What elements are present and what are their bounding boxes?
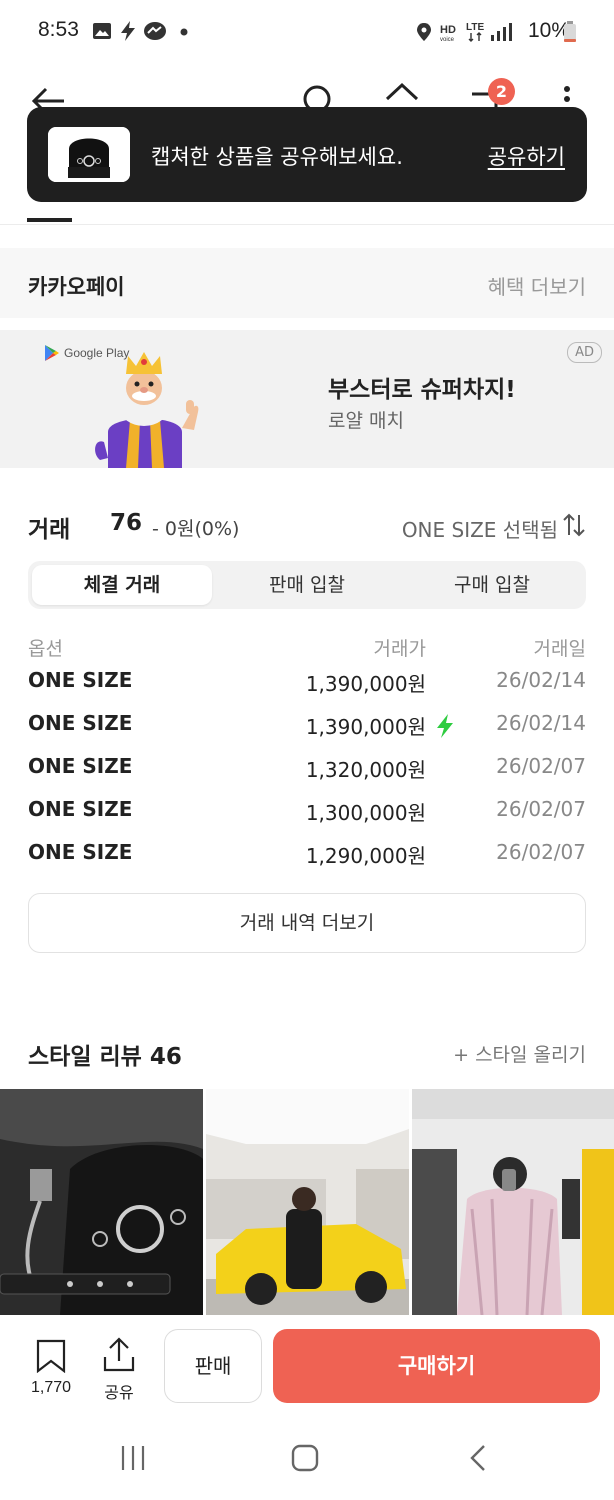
upload-style-link[interactable]: + 스타일 올리기: [453, 1040, 586, 1067]
royal-king-illustration: [95, 352, 199, 468]
tab-sell-bids[interactable]: 판매 입찰: [217, 565, 397, 605]
transactions-table: 옵션 거래가 거래일 ONE SIZE 1,390,000원 26/02/14 …: [28, 630, 586, 879]
row-option: ONE SIZE: [28, 711, 133, 735]
price-change: - 0원(0%): [152, 518, 240, 540]
bookmark-count: 1,770: [30, 1379, 72, 1396]
bottom-action-bar: 1,770 공유 판매 구매하기: [0, 1315, 614, 1415]
transactions-count: 76: [110, 510, 143, 536]
kakaopay-benefits-link[interactable]: 혜택 더보기: [488, 271, 586, 300]
ad-badge: AD: [567, 342, 602, 363]
toast-message: 캡쳐한 상품을 공유해보세요.: [151, 145, 403, 169]
active-tab-indicator: [27, 218, 72, 222]
row-price: 1,390,000원: [305, 715, 426, 739]
bolt-icon: [121, 21, 135, 41]
more-transactions-button[interactable]: 거래 내역 더보기: [28, 893, 586, 953]
cart-count-badge: 2: [488, 78, 515, 105]
ad-banner[interactable]: Google Play 부스터로 슈퍼차지! 로얄 매치 AD: [0, 330, 614, 468]
style-photo-strip: [0, 1089, 614, 1315]
toast-share-link[interactable]: 공유하기: [488, 141, 565, 171]
row-price: 1,320,000원: [305, 758, 426, 782]
row-date: 26/02/07: [496, 754, 586, 778]
tab-completed-trades[interactable]: 체결 거래: [32, 565, 212, 605]
system-nav-bar: [0, 1415, 614, 1500]
back-nav-icon[interactable]: [464, 1443, 494, 1473]
style-photo[interactable]: [206, 1089, 409, 1315]
buy-button[interactable]: 구매하기: [273, 1329, 600, 1403]
location-icon: [417, 23, 431, 41]
ad-subtitle: 로얄 매치: [328, 410, 404, 432]
column-option: 옵션: [28, 638, 63, 660]
transaction-type-tabs: 체결 거래 판매 입찰 구매 입찰: [28, 561, 586, 609]
row-date: 26/02/07: [496, 840, 586, 864]
column-date: 거래일: [533, 638, 586, 660]
fast-delivery-bolt-icon: [437, 714, 453, 738]
style-photo[interactable]: [412, 1089, 614, 1315]
kakaopay-title: 카카오페이: [28, 275, 125, 299]
row-date: 26/02/14: [496, 711, 586, 735]
row-date: 26/02/07: [496, 797, 586, 821]
status-time: 8:53: [38, 18, 79, 41]
signal-icon: [491, 23, 512, 41]
svg-text:voice: voice: [440, 37, 455, 42]
svg-text:LTE: LTE: [466, 22, 484, 33]
style-photo[interactable]: [0, 1089, 203, 1315]
bookmark-icon: [36, 1339, 66, 1374]
messenger-icon: [144, 22, 166, 40]
product-thumbnail: [48, 127, 130, 182]
style-review-header: 스타일 리뷰 46 + 스타일 올리기: [28, 1037, 586, 1071]
style-review-title: 스타일 리뷰 46: [28, 1044, 182, 1070]
row-option: ONE SIZE: [28, 840, 133, 864]
row-option: ONE SIZE: [28, 797, 133, 821]
row-date: 26/02/14: [496, 668, 586, 692]
share-label: 공유: [104, 1385, 134, 1402]
recent-apps-icon[interactable]: [118, 1443, 148, 1473]
table-row: ONE SIZE 1,320,000원 26/02/07: [28, 750, 586, 793]
svg-text:HD: HD: [440, 24, 456, 36]
google-play-icon: [45, 345, 59, 361]
dot-icon: [180, 28, 188, 36]
row-price: 1,300,000원: [305, 801, 426, 825]
size-selector[interactable]: ONE SIZE 선택됨: [402, 514, 558, 543]
table-row: ONE SIZE 1,290,000원 26/02/07: [28, 836, 586, 879]
gallery-icon: [93, 23, 111, 39]
bookmark-button[interactable]: 1,770: [22, 1339, 80, 1397]
row-price: 1,290,000원: [305, 844, 426, 868]
share-icon: [103, 1337, 135, 1372]
lte-icon: LTE: [466, 22, 484, 42]
row-price: 1,390,000원: [305, 672, 426, 696]
ad-headline: 부스터로 슈퍼차지!: [328, 377, 516, 403]
hd-voice-icon: HDvoice: [440, 24, 456, 42]
table-row: ONE SIZE 1,390,000원 26/02/14: [28, 707, 586, 750]
transactions-title: 거래: [28, 517, 71, 543]
kakaopay-banner[interactable]: 카카오페이 혜택 더보기: [0, 248, 614, 318]
sort-icon[interactable]: [562, 512, 586, 538]
battery-icon: [564, 21, 576, 42]
tab-buy-bids[interactable]: 구매 입찰: [402, 565, 582, 605]
row-option: ONE SIZE: [28, 668, 133, 692]
status-bar: 8:53 HD voice LTE 10%: [0, 0, 614, 66]
sell-button[interactable]: 판매: [164, 1329, 262, 1403]
row-option: ONE SIZE: [28, 754, 133, 778]
table-row: ONE SIZE 1,300,000원 26/02/07: [28, 793, 586, 836]
share-button[interactable]: 공유: [98, 1337, 140, 1403]
table-row: ONE SIZE 1,390,000원 26/02/14: [28, 664, 586, 707]
divider: [0, 224, 614, 225]
column-price: 거래가: [373, 638, 426, 660]
capture-share-toast: 캡쳐한 상품을 공유해보세요. 공유하기: [27, 107, 587, 202]
transactions-header: 거래 76 - 0원(0%) ONE SIZE 선택됨: [28, 510, 586, 544]
table-header: 옵션 거래가 거래일: [28, 630, 586, 664]
home-nav-icon[interactable]: [290, 1443, 320, 1473]
